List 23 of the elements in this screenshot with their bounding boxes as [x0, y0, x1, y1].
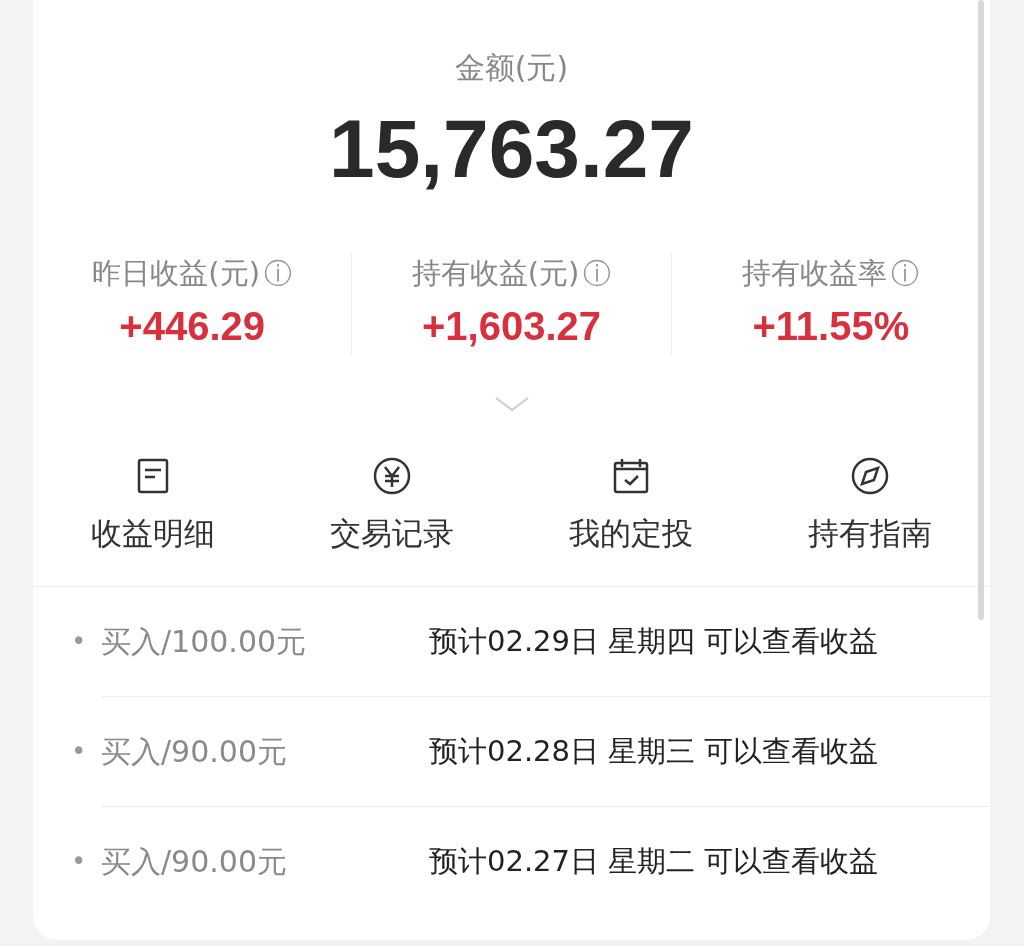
action-label[interactable]: 我的定投 — [569, 509, 694, 556]
stat-label: 昨日收益(元) — [92, 256, 260, 290]
compass-icon[interactable] — [850, 455, 891, 496]
yen-icon[interactable] — [371, 455, 412, 496]
earnings-date-note: 预计02.29日 星期四 可以查看收益 — [429, 622, 879, 660]
stat-label: 持有收益(元) — [411, 256, 580, 290]
action-label[interactable]: 交易记录 — [329, 509, 454, 556]
stat-label: 持有收益率 — [742, 256, 888, 290]
bullet-icon: • — [71, 842, 101, 881]
amount-label: 金额(元) — [454, 49, 569, 87]
action-label[interactable]: 收益明细 — [90, 509, 215, 556]
stat-value: +446.29 — [119, 303, 265, 348]
purchase-amount: 买入/90.00元 — [101, 843, 288, 881]
bullet-icon: • — [71, 622, 101, 661]
stat-value: +1,603.27 — [421, 303, 601, 348]
purchase-amount: 买入/90.00元 — [101, 733, 288, 771]
action-label[interactable]: 持有指南 — [808, 509, 933, 556]
amount-value: 15,763.27 — [329, 108, 694, 190]
earnings-date-note: 预计02.27日 星期二 可以查看收益 — [429, 842, 879, 880]
bullet-icon: • — [71, 732, 101, 771]
purchase-amount: 买入/100.00元 — [101, 623, 308, 661]
stat-value: +11.55% — [752, 303, 910, 348]
earnings-date-note: 预计02.28日 星期三 可以查看收益 — [429, 732, 879, 770]
